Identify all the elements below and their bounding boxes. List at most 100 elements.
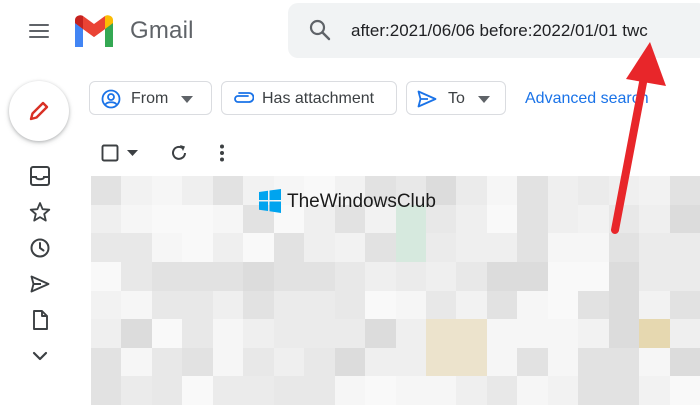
pixel-block <box>121 261 153 291</box>
pixel-block <box>151 204 183 234</box>
compose-button[interactable] <box>9 81 69 141</box>
pixel-block <box>365 376 397 405</box>
pixel-block <box>547 376 579 405</box>
pixel-block <box>395 261 427 291</box>
pixel-block <box>669 233 700 263</box>
pixel-block <box>121 233 153 263</box>
pixel-block <box>669 376 700 405</box>
pixel-block <box>304 319 336 349</box>
pixel-block <box>669 261 700 291</box>
pencil-icon <box>29 101 49 121</box>
inbox-icon[interactable] <box>29 165 51 187</box>
pixel-block <box>608 376 640 405</box>
pixel-block <box>639 376 671 405</box>
pixel-block <box>304 261 336 291</box>
pixel-block <box>486 204 518 234</box>
pixel-block <box>182 204 214 234</box>
has-attachment-filter-chip[interactable]: Has attachment <box>221 81 397 115</box>
pixel-block <box>639 319 671 349</box>
pixel-block <box>273 347 305 377</box>
pixel-block <box>456 347 488 377</box>
pixel-block <box>456 233 488 263</box>
clock-icon[interactable] <box>29 237 51 259</box>
chevron-down-icon[interactable] <box>29 345 51 367</box>
gmail-logo-icon[interactable] <box>72 14 116 47</box>
more-vert-icon[interactable] <box>219 144 225 162</box>
pixel-block <box>425 261 457 291</box>
document-icon[interactable] <box>29 309 51 331</box>
search-icon[interactable] <box>309 19 331 41</box>
pixel-block <box>151 176 183 205</box>
pixel-block <box>486 176 518 205</box>
pixel-block <box>334 319 366 349</box>
pixel-block <box>456 261 488 291</box>
pixel-block <box>212 176 244 205</box>
pixel-block <box>273 233 305 263</box>
pixel-block <box>517 376 549 405</box>
star-icon[interactable] <box>29 201 51 223</box>
pixel-block <box>578 319 610 349</box>
pixel-block <box>91 319 122 349</box>
pixel-block <box>365 290 397 320</box>
pixel-block <box>121 176 153 205</box>
pixel-block <box>334 347 366 377</box>
pixel-block <box>273 376 305 405</box>
pixel-block <box>486 290 518 320</box>
pixel-block <box>365 261 397 291</box>
pixel-block <box>669 347 700 377</box>
pixel-block <box>182 376 214 405</box>
advanced-search-link[interactable]: Advanced search <box>525 90 649 108</box>
pixel-block <box>151 319 183 349</box>
pixel-block <box>273 290 305 320</box>
from-filter-chip[interactable]: From <box>89 81 212 115</box>
pixel-block <box>182 347 214 377</box>
pixel-block <box>639 347 671 377</box>
pixel-block <box>639 261 671 291</box>
pixel-block <box>547 261 579 291</box>
send-icon[interactable] <box>29 273 51 295</box>
pixel-block <box>456 176 488 205</box>
search-input[interactable]: after:2021/06/06 before:2022/01/01 twc <box>351 21 648 41</box>
pixel-block <box>486 233 518 263</box>
hamburger-menu-icon[interactable] <box>29 22 51 40</box>
pixel-block <box>395 347 427 377</box>
pixel-block <box>425 376 457 405</box>
caret-down-icon[interactable] <box>127 150 138 156</box>
pixel-block <box>547 233 579 263</box>
has-attachment-filter-label: Has attachment <box>262 90 375 107</box>
pixel-block <box>456 204 488 234</box>
refresh-icon[interactable] <box>169 143 189 163</box>
pixel-block <box>425 319 457 349</box>
pixel-block <box>456 376 488 405</box>
pixel-block <box>608 290 640 320</box>
pixel-block <box>91 347 122 377</box>
caret-down-icon <box>181 96 193 103</box>
pixel-block <box>669 319 700 349</box>
pixel-block <box>365 319 397 349</box>
pixel-block <box>334 376 366 405</box>
pixel-block <box>547 290 579 320</box>
checkbox-icon[interactable] <box>101 144 119 162</box>
pixel-block <box>243 319 275 349</box>
pixel-block <box>121 204 153 234</box>
pixel-block <box>334 290 366 320</box>
pixel-block <box>547 176 579 205</box>
to-filter-chip[interactable]: To <box>406 81 506 115</box>
pixel-block <box>639 176 671 205</box>
pixel-block <box>91 261 122 291</box>
pixel-block <box>578 261 610 291</box>
pixel-block <box>182 290 214 320</box>
pixel-block <box>517 319 549 349</box>
pixel-block <box>121 347 153 377</box>
pixel-block <box>365 347 397 377</box>
pixel-block <box>578 233 610 263</box>
pixel-block <box>304 233 336 263</box>
from-filter-label: From <box>131 90 169 107</box>
pixel-block <box>486 376 518 405</box>
pixel-block <box>517 176 549 205</box>
pixel-block <box>547 319 579 349</box>
pixel-block <box>91 376 122 405</box>
pixel-block <box>151 233 183 263</box>
pixel-block <box>517 347 549 377</box>
pixel-block <box>639 204 671 234</box>
